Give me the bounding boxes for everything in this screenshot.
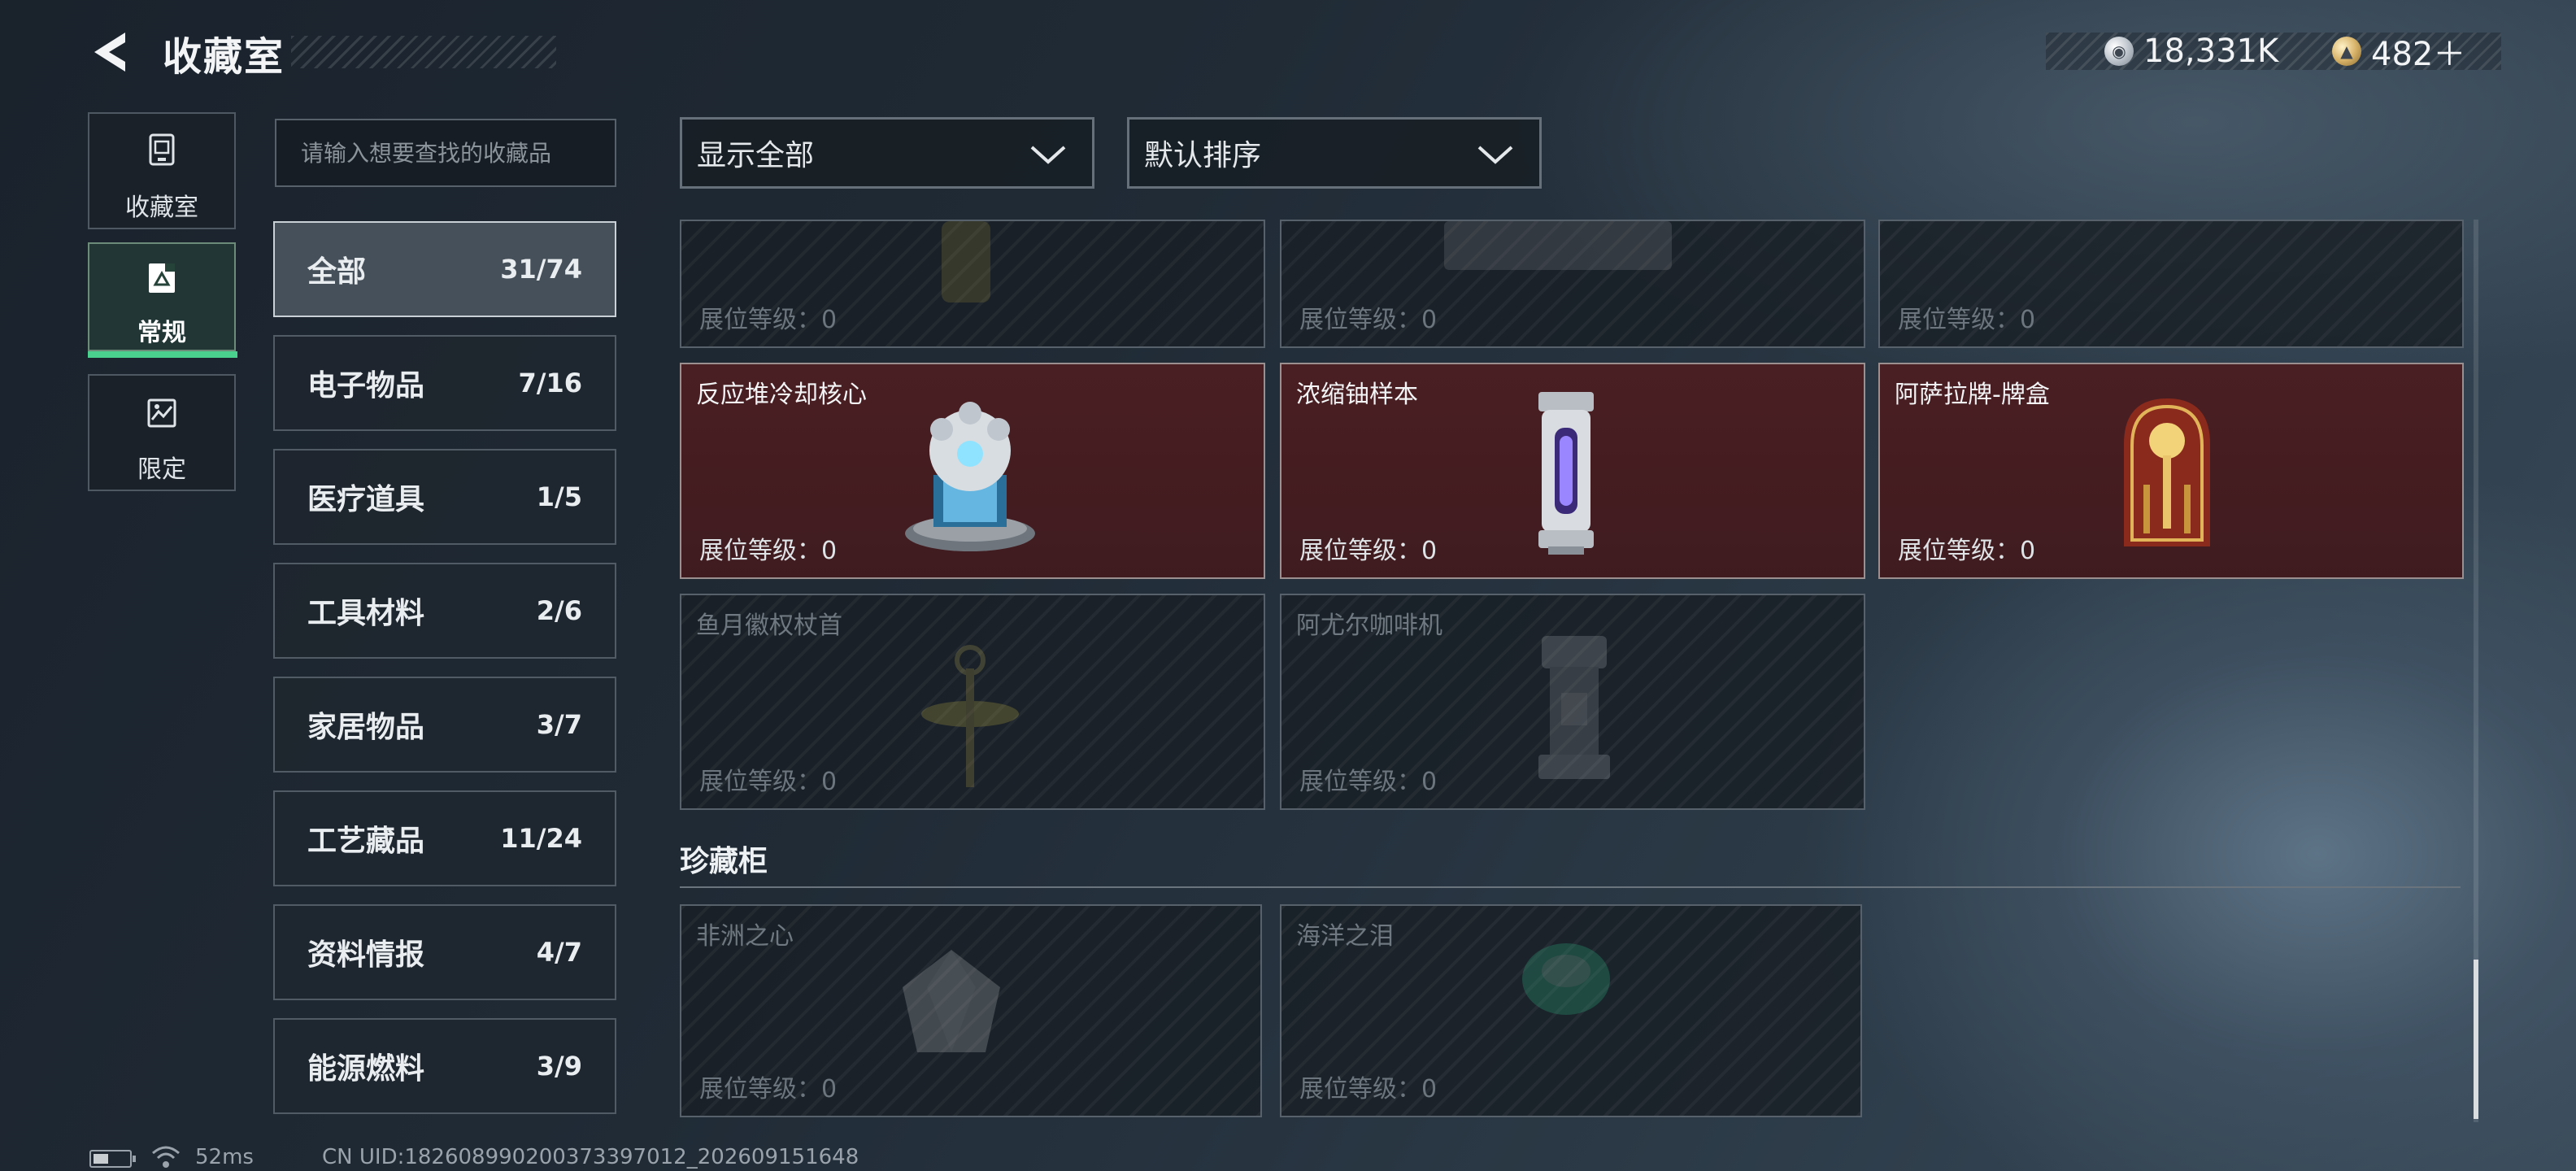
item-name: 反应堆冷却核心 (696, 381, 867, 409)
category-count: 31/74 (500, 254, 582, 285)
category-name: 全部 (307, 255, 367, 289)
collection-card[interactable]: 展位等级：0 (1878, 220, 2464, 348)
booth-level: 展位等级：0 (1299, 768, 1438, 796)
display-filter-dropdown[interactable]: 显示全部 (680, 117, 1094, 189)
silver-currency-value: 18,331K (2143, 33, 2279, 70)
nav-limited[interactable]: 限定 (88, 374, 236, 491)
title-decoration (291, 36, 556, 68)
chevron-down-icon (1030, 146, 1066, 164)
booth-level: 展位等级：0 (699, 537, 838, 565)
collection-card-card-box[interactable]: 阿萨拉牌-牌盒 展位等级：0 (1878, 363, 2464, 579)
diamond-icon (903, 950, 1000, 1052)
page-title: 收藏室 (163, 34, 285, 80)
collection-card[interactable]: 展位等级：0 (680, 220, 1265, 348)
nav-regular[interactable]: 常规 (88, 242, 236, 351)
wifi-icon (152, 1146, 180, 1168)
section-divider (680, 886, 2461, 888)
booth-level: 展位等级：0 (1898, 537, 2036, 565)
limited-icon (147, 398, 176, 428)
cabinet-title: 珍藏柜 (680, 845, 768, 878)
silver-currency[interactable]: ◉ 18,331K (2104, 33, 2278, 70)
gem-icon (1522, 943, 1610, 1015)
regular-icon (149, 263, 175, 293)
category-household[interactable]: 家居物品 3/7 (273, 677, 616, 773)
chevron-down-icon (1477, 146, 1513, 164)
category-name: 医疗道具 (307, 483, 425, 516)
nav-collection-room-label: 收藏室 (125, 194, 198, 222)
gold-currency-value: 482＋ (2371, 36, 2466, 73)
gold-currency[interactable]: ▲ 482＋ (2332, 33, 2465, 73)
sort-value: 默认排序 (1144, 139, 1262, 172)
item-name: 浓缩铀样本 (1296, 381, 1418, 409)
category-name: 工艺藏品 (307, 825, 425, 858)
back-arrow-icon[interactable] (88, 29, 133, 75)
category-crafts[interactable]: 工艺藏品 11/24 (273, 790, 616, 886)
item-name: 非洲之心 (696, 922, 794, 951)
collection-card-scepter-head[interactable]: 鱼月徽权杖首 展位等级：0 (680, 594, 1265, 810)
category-name: 资料情报 (307, 938, 425, 972)
category-fuel[interactable]: 能源燃料 3/9 (273, 1018, 616, 1114)
collection-room-icon (149, 133, 175, 166)
nav-active-indicator (88, 351, 237, 358)
search-input[interactable] (276, 120, 615, 185)
collection-card-heart-of-africa[interactable]: 非洲之心 展位等级：0 (680, 904, 1262, 1117)
silver-coin-icon: ◉ (2104, 37, 2134, 66)
ping-text: 52ms (195, 1145, 254, 1169)
booth-level: 展位等级：0 (1299, 1075, 1438, 1104)
gold-coin-icon: ▲ (2332, 37, 2361, 66)
category-count: 3/9 (536, 1051, 582, 1082)
category-name: 工具材料 (307, 597, 425, 630)
category-name: 能源燃料 (307, 1052, 425, 1086)
booth-level: 展位等级：0 (699, 1075, 838, 1104)
category-name: 电子物品 (307, 369, 425, 403)
item-art-icon (942, 221, 990, 303)
item-name: 阿萨拉牌-牌盒 (1895, 381, 2050, 409)
booth-level: 展位等级：0 (699, 768, 838, 796)
booth-level: 展位等级：0 (1299, 306, 1438, 334)
item-name: 阿尤尔咖啡机 (1296, 612, 1442, 640)
collection-card[interactable]: 展位等级：0 (1280, 220, 1865, 348)
scepter-head-icon (921, 645, 1019, 787)
booth-level: 展位等级：0 (1898, 306, 2036, 334)
card-box-icon (2124, 398, 2210, 546)
currency-bar: ◉ 18,331K ▲ 482＋ (2046, 33, 2501, 73)
category-name: 家居物品 (307, 711, 425, 744)
category-count: 11/24 (500, 823, 582, 854)
reactor-core-icon (905, 402, 1035, 551)
category-tools[interactable]: 工具材料 2/6 (273, 563, 616, 659)
category-count: 2/6 (536, 595, 582, 626)
coffee-machine-icon (1538, 636, 1610, 779)
item-name: 鱼月徽权杖首 (696, 612, 842, 640)
booth-level: 展位等级：0 (699, 306, 838, 334)
collection-card-tear-of-ocean[interactable]: 海洋之泪 展位等级：0 (1280, 904, 1862, 1117)
collection-card-coffee-machine[interactable]: 阿尤尔咖啡机 展位等级：0 (1280, 594, 1865, 810)
category-medical[interactable]: 医疗道具 1/5 (273, 449, 616, 545)
category-electronics[interactable]: 电子物品 7/16 (273, 335, 616, 431)
display-filter-value: 显示全部 (697, 139, 815, 172)
category-count: 1/5 (536, 481, 582, 512)
search-box (275, 119, 616, 187)
nav-collection-room[interactable]: 收藏室 (88, 112, 236, 229)
collection-card-uranium-sample[interactable]: 浓缩铀样本 展位等级：0 (1280, 363, 1865, 579)
booth-level: 展位等级：0 (1299, 537, 1438, 565)
sort-dropdown[interactable]: 默认排序 (1127, 117, 1542, 189)
uranium-canister-icon (1538, 392, 1594, 555)
nav-regular-label: 常规 (137, 319, 186, 347)
nav-limited-label: 限定 (137, 455, 186, 484)
item-art-icon (1444, 221, 1672, 270)
category-intel[interactable]: 资料情报 4/7 (273, 904, 616, 1000)
uid-text: CN UID:18260899020037339701​2_2026091516… (322, 1145, 859, 1169)
collection-card-reactor-core[interactable]: 反应堆冷却核心 展位等级：0 (680, 363, 1265, 579)
category-all[interactable]: 全部 31/74 (273, 221, 616, 317)
scrollbar-thumb[interactable] (2474, 960, 2478, 1119)
category-count: 7/16 (518, 368, 582, 398)
battery-icon (89, 1150, 136, 1168)
item-name: 海洋之泪 (1296, 922, 1394, 951)
category-count: 3/7 (536, 709, 582, 740)
category-count: 4/7 (536, 937, 582, 968)
